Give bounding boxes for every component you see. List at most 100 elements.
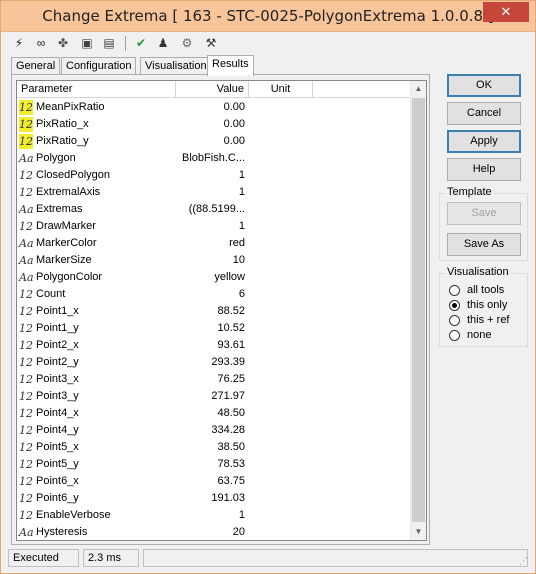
help-button[interactable]: Help: [447, 158, 521, 181]
table-row[interactable]: 12 Point4_y 334.28: [17, 422, 413, 439]
table-row[interactable]: 12 PixRatio_y 0.00: [17, 133, 413, 150]
numeric-type-icon: 12: [19, 169, 33, 182]
table-row[interactable]: 12 Point1_x 88.52: [17, 303, 413, 320]
parameter-value: ((88.5199...: [188, 203, 245, 215]
table-row[interactable]: Aa Polygon BlobFish.C...: [17, 150, 413, 167]
radio-button-selected-icon[interactable]: [449, 300, 460, 311]
table-row[interactable]: 12 Point1_y 10.52: [17, 320, 413, 337]
table-row[interactable]: 12 ExtremalAxis 1: [17, 184, 413, 201]
table-row[interactable]: Aa Extremas ((88.5199...: [17, 201, 413, 218]
numeric-type-icon: 12: [19, 117, 33, 132]
lightning-icon[interactable]: ⚡: [10, 34, 28, 52]
parameter-name: Point4_x: [36, 407, 79, 419]
table-row[interactable]: 12 Point5_x 38.50: [17, 439, 413, 456]
parameter-name: EnableVerbose: [36, 509, 111, 521]
text-type-icon: Aa: [19, 203, 34, 216]
tab-general[interactable]: General: [11, 57, 61, 75]
ok-button[interactable]: OK: [447, 74, 521, 97]
parameter-value: 0.00: [223, 101, 245, 113]
tab-results[interactable]: Results: [207, 55, 254, 76]
status-bar: Executed 2.3 ms ⋰: [8, 549, 528, 567]
numeric-type-icon: 12: [19, 220, 33, 233]
document-icon[interactable]: ▤: [100, 34, 118, 52]
dialog-client-area: ⚡ ∞ ✤ ▣ ▤ ✔ ♟ ⚙ ⚒ General Configuration …: [8, 32, 528, 569]
table-row[interactable]: 12 PixRatio_x 0.00: [17, 116, 413, 133]
parameter-value: 293.39: [211, 356, 245, 368]
close-button[interactable]: ✕: [483, 2, 529, 22]
visualisation-group: Visualisation all tools this only this +…: [439, 266, 528, 347]
save-as-template-button[interactable]: Save As: [447, 233, 521, 256]
table-row[interactable]: 12 Point6_x 63.75: [17, 473, 413, 490]
text-type-icon: Aa: [19, 271, 34, 284]
text-type-icon: Aa: [19, 237, 34, 250]
radio-button-icon[interactable]: [449, 330, 460, 341]
column-header-unit[interactable]: Unit: [249, 81, 313, 98]
parameter-value: 1: [238, 220, 245, 232]
scroll-down-icon[interactable]: ▼: [411, 524, 426, 540]
parameter-name: MeanPixRatio: [36, 101, 105, 113]
puzzle-icon[interactable]: ✤: [54, 34, 72, 52]
table-row[interactable]: 12 Point2_x 93.61: [17, 337, 413, 354]
parameter-name: Point2_x: [36, 339, 79, 351]
parameter-name: Extremas: [36, 203, 83, 215]
resize-grip-icon[interactable]: ⋰: [516, 555, 528, 567]
scroll-thumb[interactable]: [412, 98, 425, 522]
parameter-value: 93.61: [217, 339, 245, 351]
checkmark-icon[interactable]: ✔: [132, 34, 150, 52]
radio-label: all tools: [467, 284, 505, 296]
parameter-value: 20: [232, 526, 245, 538]
table-row[interactable]: Aa Hysteresis 20: [17, 524, 413, 540]
radio-label: this only: [467, 299, 508, 311]
results-panel: Parameter Value Unit 12 MeanPixRatio 0.00 1…: [11, 74, 430, 545]
table-row[interactable]: 12 Point3_x 76.25: [17, 371, 413, 388]
table-row[interactable]: 12 MeanPixRatio 0.00: [17, 99, 413, 116]
table-row[interactable]: 12 DrawMarker 1: [17, 218, 413, 235]
table-row[interactable]: 12 EnableVerbose 1: [17, 507, 413, 524]
results-grid: Parameter Value Unit 12 MeanPixRatio 0.00 1…: [16, 80, 427, 541]
vertical-scrollbar[interactable]: ▲ ▼: [410, 81, 426, 540]
radio-button-icon[interactable]: [449, 315, 460, 326]
table-row[interactable]: 12 Point6_y 191.03: [17, 490, 413, 507]
parameter-name: PixRatio_x: [36, 118, 89, 130]
network-icon[interactable]: ⚙: [178, 34, 196, 52]
apply-button[interactable]: Apply: [447, 130, 521, 153]
tab-visualisation[interactable]: Visualisation: [140, 57, 212, 75]
table-row[interactable]: 12 ClosedPolygon 1: [17, 167, 413, 184]
parameter-value: red: [229, 237, 245, 249]
numeric-type-icon: 12: [19, 134, 33, 149]
status-execution-time: 2.3 ms: [83, 549, 139, 567]
scroll-up-icon[interactable]: ▲: [411, 81, 426, 97]
numeric-type-icon: 12: [19, 458, 33, 471]
console-icon[interactable]: ▣: [78, 34, 96, 52]
table-row[interactable]: 12 Point4_x 48.50: [17, 405, 413, 422]
numeric-type-icon: 12: [19, 322, 33, 335]
parameter-name: Hysteresis: [36, 526, 88, 538]
grid-header: Parameter Value Unit: [17, 81, 413, 98]
column-header-parameter[interactable]: Parameter: [17, 81, 176, 98]
table-row[interactable]: 12 Count 6: [17, 286, 413, 303]
table-row[interactable]: Aa PolygonColor yellow: [17, 269, 413, 286]
table-row[interactable]: 12 Point5_y 78.53: [17, 456, 413, 473]
wrench-icon[interactable]: ⚒: [202, 34, 220, 52]
parameter-name: PixRatio_y: [36, 135, 89, 147]
column-header-value[interactable]: Value: [176, 81, 249, 98]
radio-button-icon[interactable]: [449, 285, 460, 296]
parameter-value: 0.00: [223, 118, 245, 130]
parameter-value: yellow: [214, 271, 245, 283]
numeric-type-icon: 12: [19, 492, 33, 505]
tab-configuration[interactable]: Configuration: [61, 57, 137, 75]
link-icon[interactable]: ∞: [32, 34, 50, 52]
status-message: [143, 549, 528, 567]
table-row[interactable]: Aa MarkerSize 10: [17, 252, 413, 269]
title-bar[interactable]: Change Extrema [ 163 - STC-0025-PolygonE…: [1, 1, 535, 32]
numeric-type-icon: 12: [19, 475, 33, 488]
table-row[interactable]: 12 Point2_y 293.39: [17, 354, 413, 371]
pawn-icon[interactable]: ♟: [154, 34, 172, 52]
parameter-value: 38.50: [217, 441, 245, 453]
table-row[interactable]: 12 Point3_y 271.97: [17, 388, 413, 405]
radio-label: this + ref: [467, 314, 510, 326]
save-template-button[interactable]: Save: [447, 202, 521, 225]
table-row[interactable]: Aa MarkerColor red: [17, 235, 413, 252]
cancel-button[interactable]: Cancel: [447, 102, 521, 125]
status-state: Executed: [8, 549, 79, 567]
